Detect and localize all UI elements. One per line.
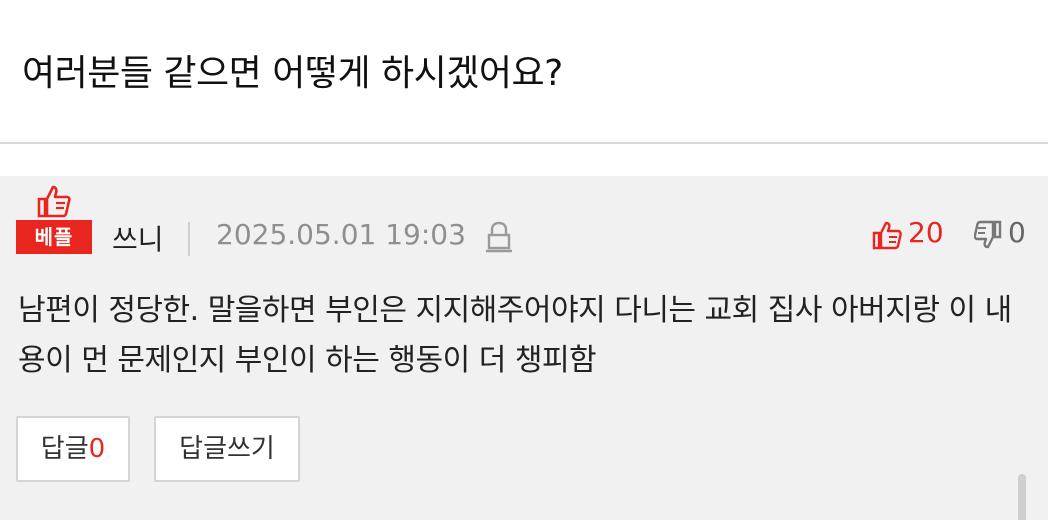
replies-button[interactable]: 답글0 xyxy=(16,416,130,482)
replies-label: 답글 xyxy=(40,434,89,464)
spacer xyxy=(0,146,1048,176)
lock-icon[interactable] xyxy=(484,220,514,254)
dislike-count: 0 xyxy=(1008,216,1026,249)
best-comment-badge: 베플 xyxy=(16,184,92,254)
best-badge-label: 베플 xyxy=(16,220,92,254)
scrollbar[interactable] xyxy=(1018,474,1026,520)
post-title: 여러분들 같으면 어떻게 하시겠어요? xyxy=(22,53,563,94)
reply-count: 0 xyxy=(88,434,106,464)
comment-body: 남편이 정당한. 말을하면 부인은 지지해주어야지 다니는 교회 집사 아버지랑… xyxy=(18,293,1012,378)
thumbs-up-icon xyxy=(37,185,71,218)
like-count: 20 xyxy=(908,216,944,249)
post-header: 여러분들 같으면 어떻게 하시겠어요? xyxy=(0,0,1048,144)
like-icon xyxy=(872,221,902,250)
comment-date: 2025.05.01 19:03 xyxy=(216,218,466,251)
best-comment: 베플 쓰니 2025.05.01 19:03 20 0 남편이 정당한. 말을하… xyxy=(0,176,1048,520)
divider xyxy=(188,222,190,256)
write-reply-button[interactable]: 답글쓰기 xyxy=(154,416,300,482)
comment-author[interactable]: 쓰니 xyxy=(112,218,164,258)
dislike-icon xyxy=(974,220,1002,249)
